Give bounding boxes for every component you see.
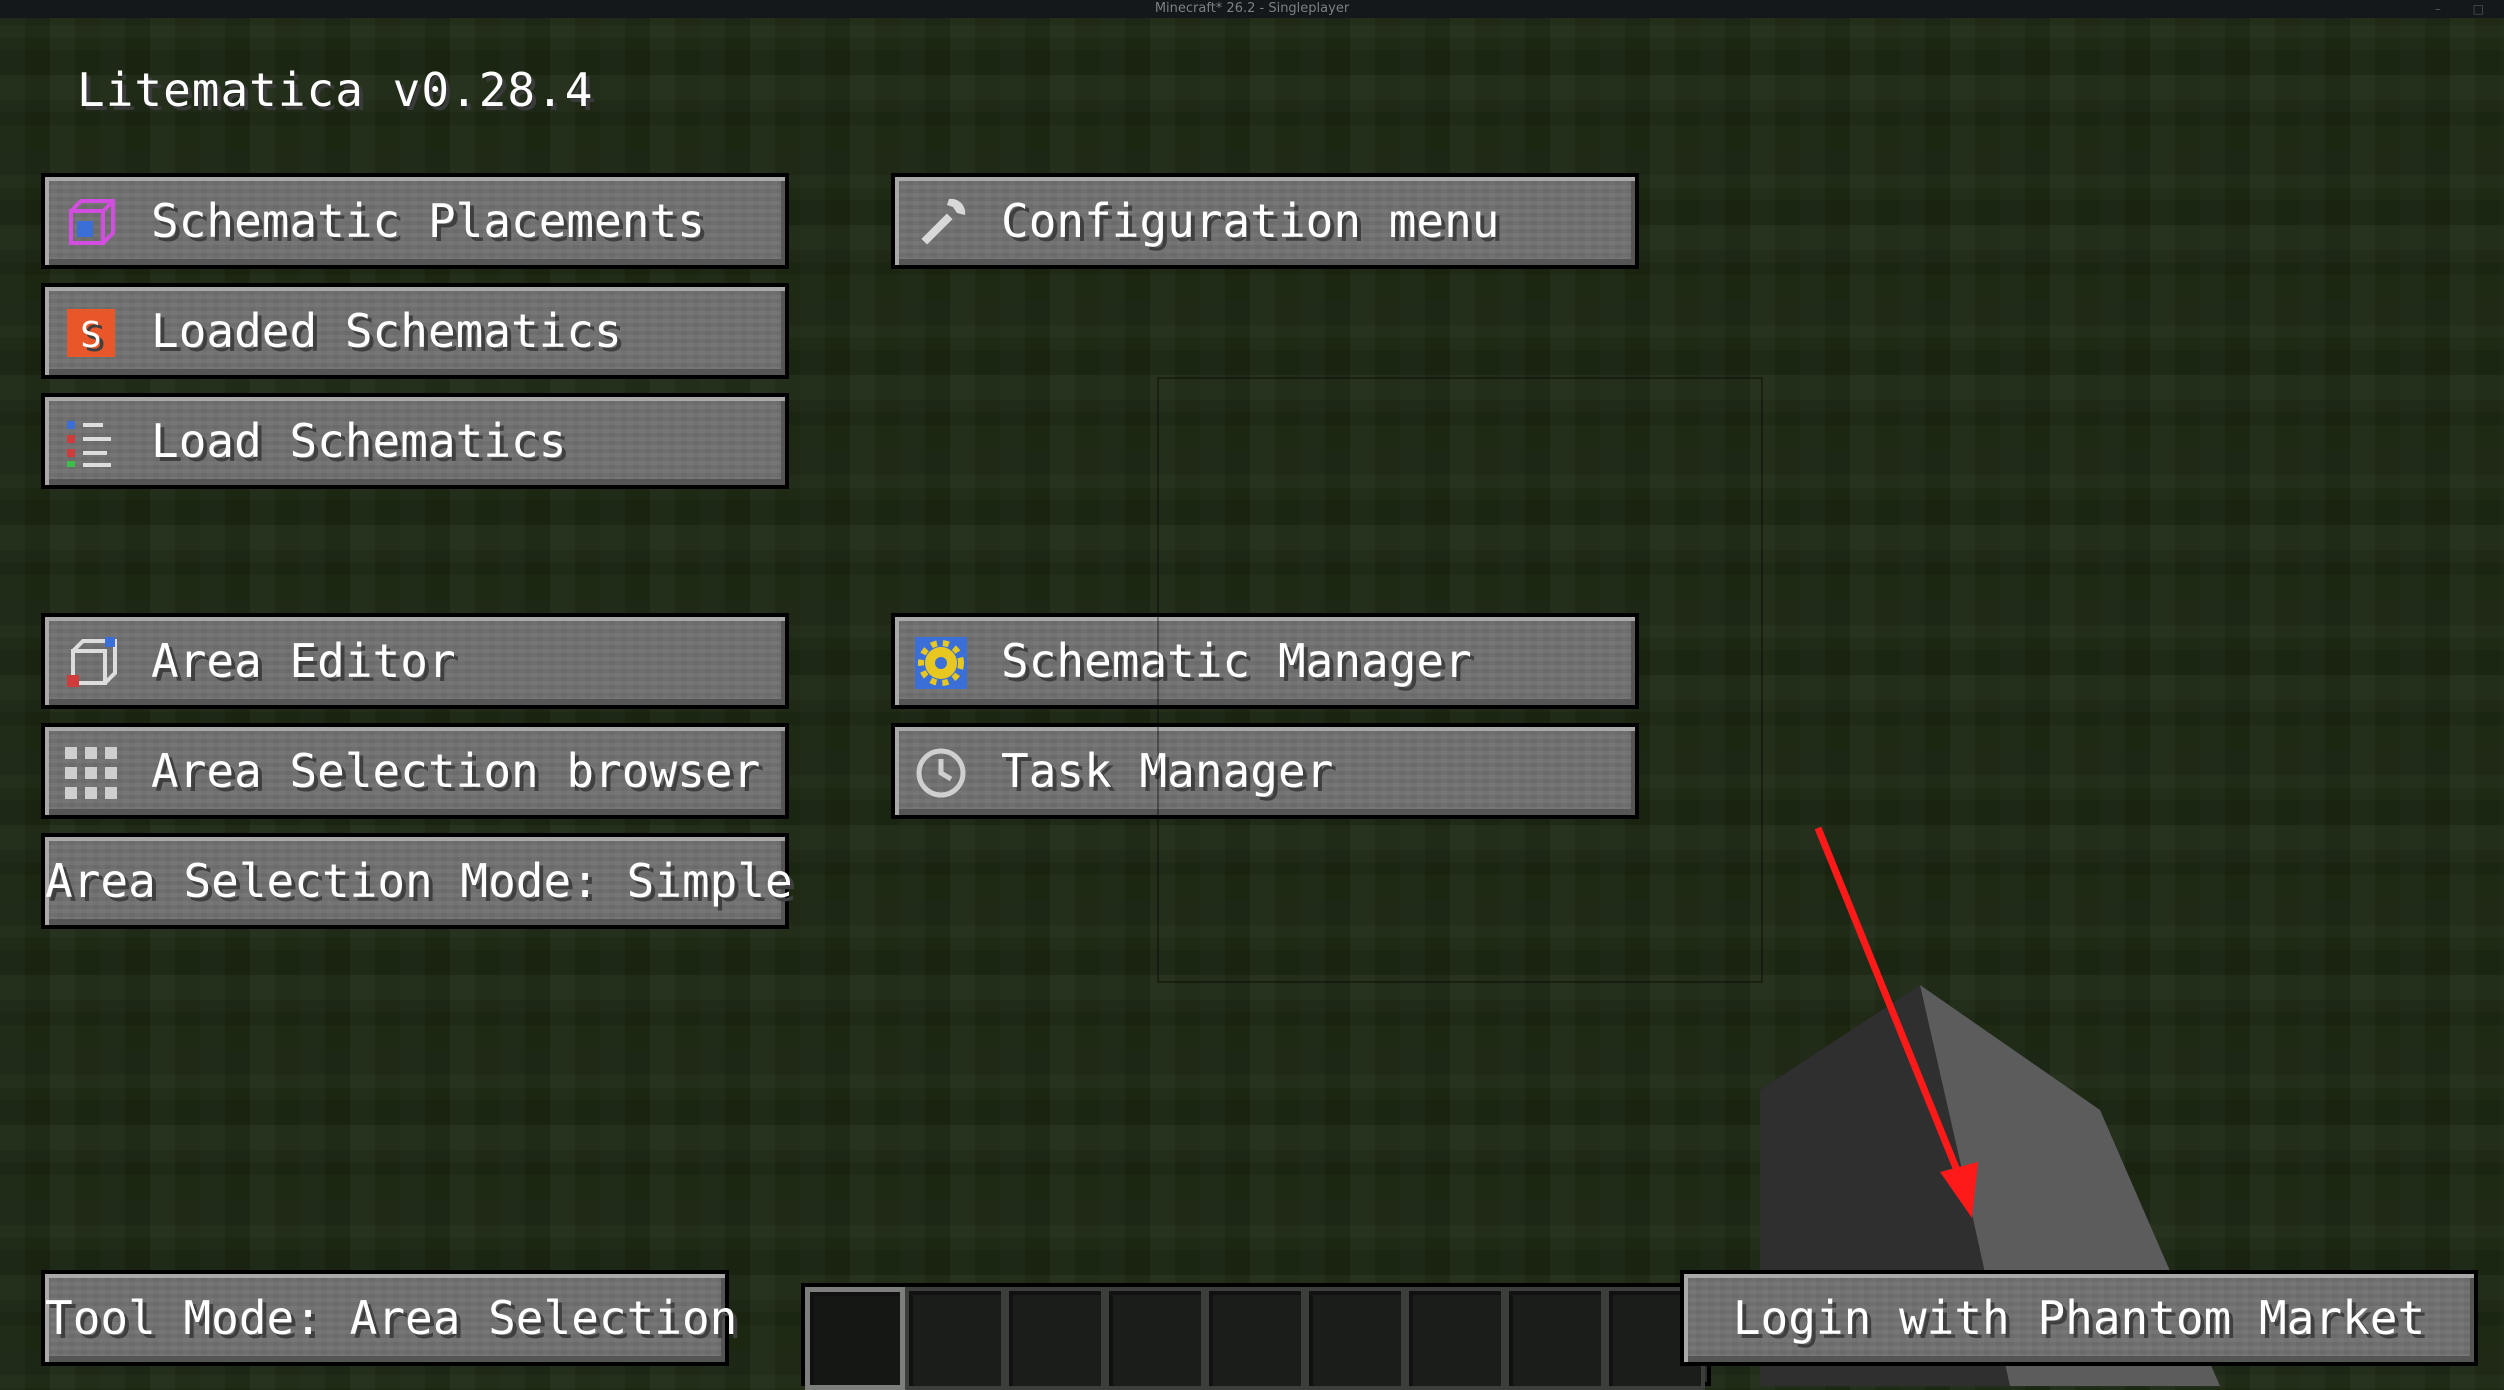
tool-mode-label: Tool Mode: Area Selection [45,1291,738,1345]
area-box-icon [63,635,119,691]
hotbar-slot[interactable] [905,1287,1005,1390]
loaded-schematics-button[interactable]: S Loaded Schematics [41,283,789,379]
load-schematics-label: Load Schematics [151,414,567,468]
hotbar-slot[interactable] [1405,1287,1505,1390]
hotbar-slot[interactable] [1105,1287,1205,1390]
svg-text:S: S [80,315,102,356]
window-title: Minecraft* 26.2 - Singleplayer [1154,1,1350,16]
world-selection-outline [1157,377,1763,983]
login-phantom-market-button[interactable]: Login with Phantom Market [1680,1270,2478,1366]
schematic-placements-label: Schematic Placements [151,194,705,248]
hotbar-slot[interactable] [805,1287,905,1390]
configuration-menu-button[interactable]: Configuration menu [891,173,1639,269]
schematic-placements-button[interactable]: Schematic Placements [41,173,789,269]
hotbar-slot[interactable] [1305,1287,1405,1390]
window-controls[interactable]: – □ [2435,0,2498,18]
hotbar-slot[interactable] [1505,1287,1605,1390]
grid-icon [63,745,119,801]
area-selection-mode-button[interactable]: Area Selection Mode: Simple [41,833,793,929]
window-titlebar: Minecraft* 26.2 - Singleplayer – □ [0,0,2504,18]
area-selection-mode-label: Area Selection Mode: Simple [45,854,793,908]
page-title: Litematica v0.28.4 [77,63,594,117]
load-schematics-button[interactable]: Load Schematics [41,393,789,489]
schematic-s-icon: S [63,305,119,361]
login-phantom-market-label: Login with Phantom Market [1732,1291,2426,1345]
area-selection-browser-label: Area Selection browser [151,744,761,798]
area-selection-browser-button[interactable]: Area Selection browser [41,723,789,819]
list-icon [63,415,119,471]
annotation-arrow [1814,826,1978,1218]
clock-icon [913,745,969,801]
area-editor-button[interactable]: Area Editor [41,613,789,709]
cube-icon [63,195,119,251]
hotbar [801,1283,1711,1390]
wrench-icon [913,195,969,251]
area-editor-label: Area Editor [151,634,456,688]
loaded-schematics-label: Loaded Schematics [151,304,622,358]
configuration-menu-label: Configuration menu [1001,194,1500,248]
gear-icon [913,635,969,691]
hotbar-slot[interactable] [1005,1287,1105,1390]
tool-mode-button[interactable]: Tool Mode: Area Selection [41,1270,738,1366]
hotbar-slot[interactable] [1205,1287,1305,1390]
